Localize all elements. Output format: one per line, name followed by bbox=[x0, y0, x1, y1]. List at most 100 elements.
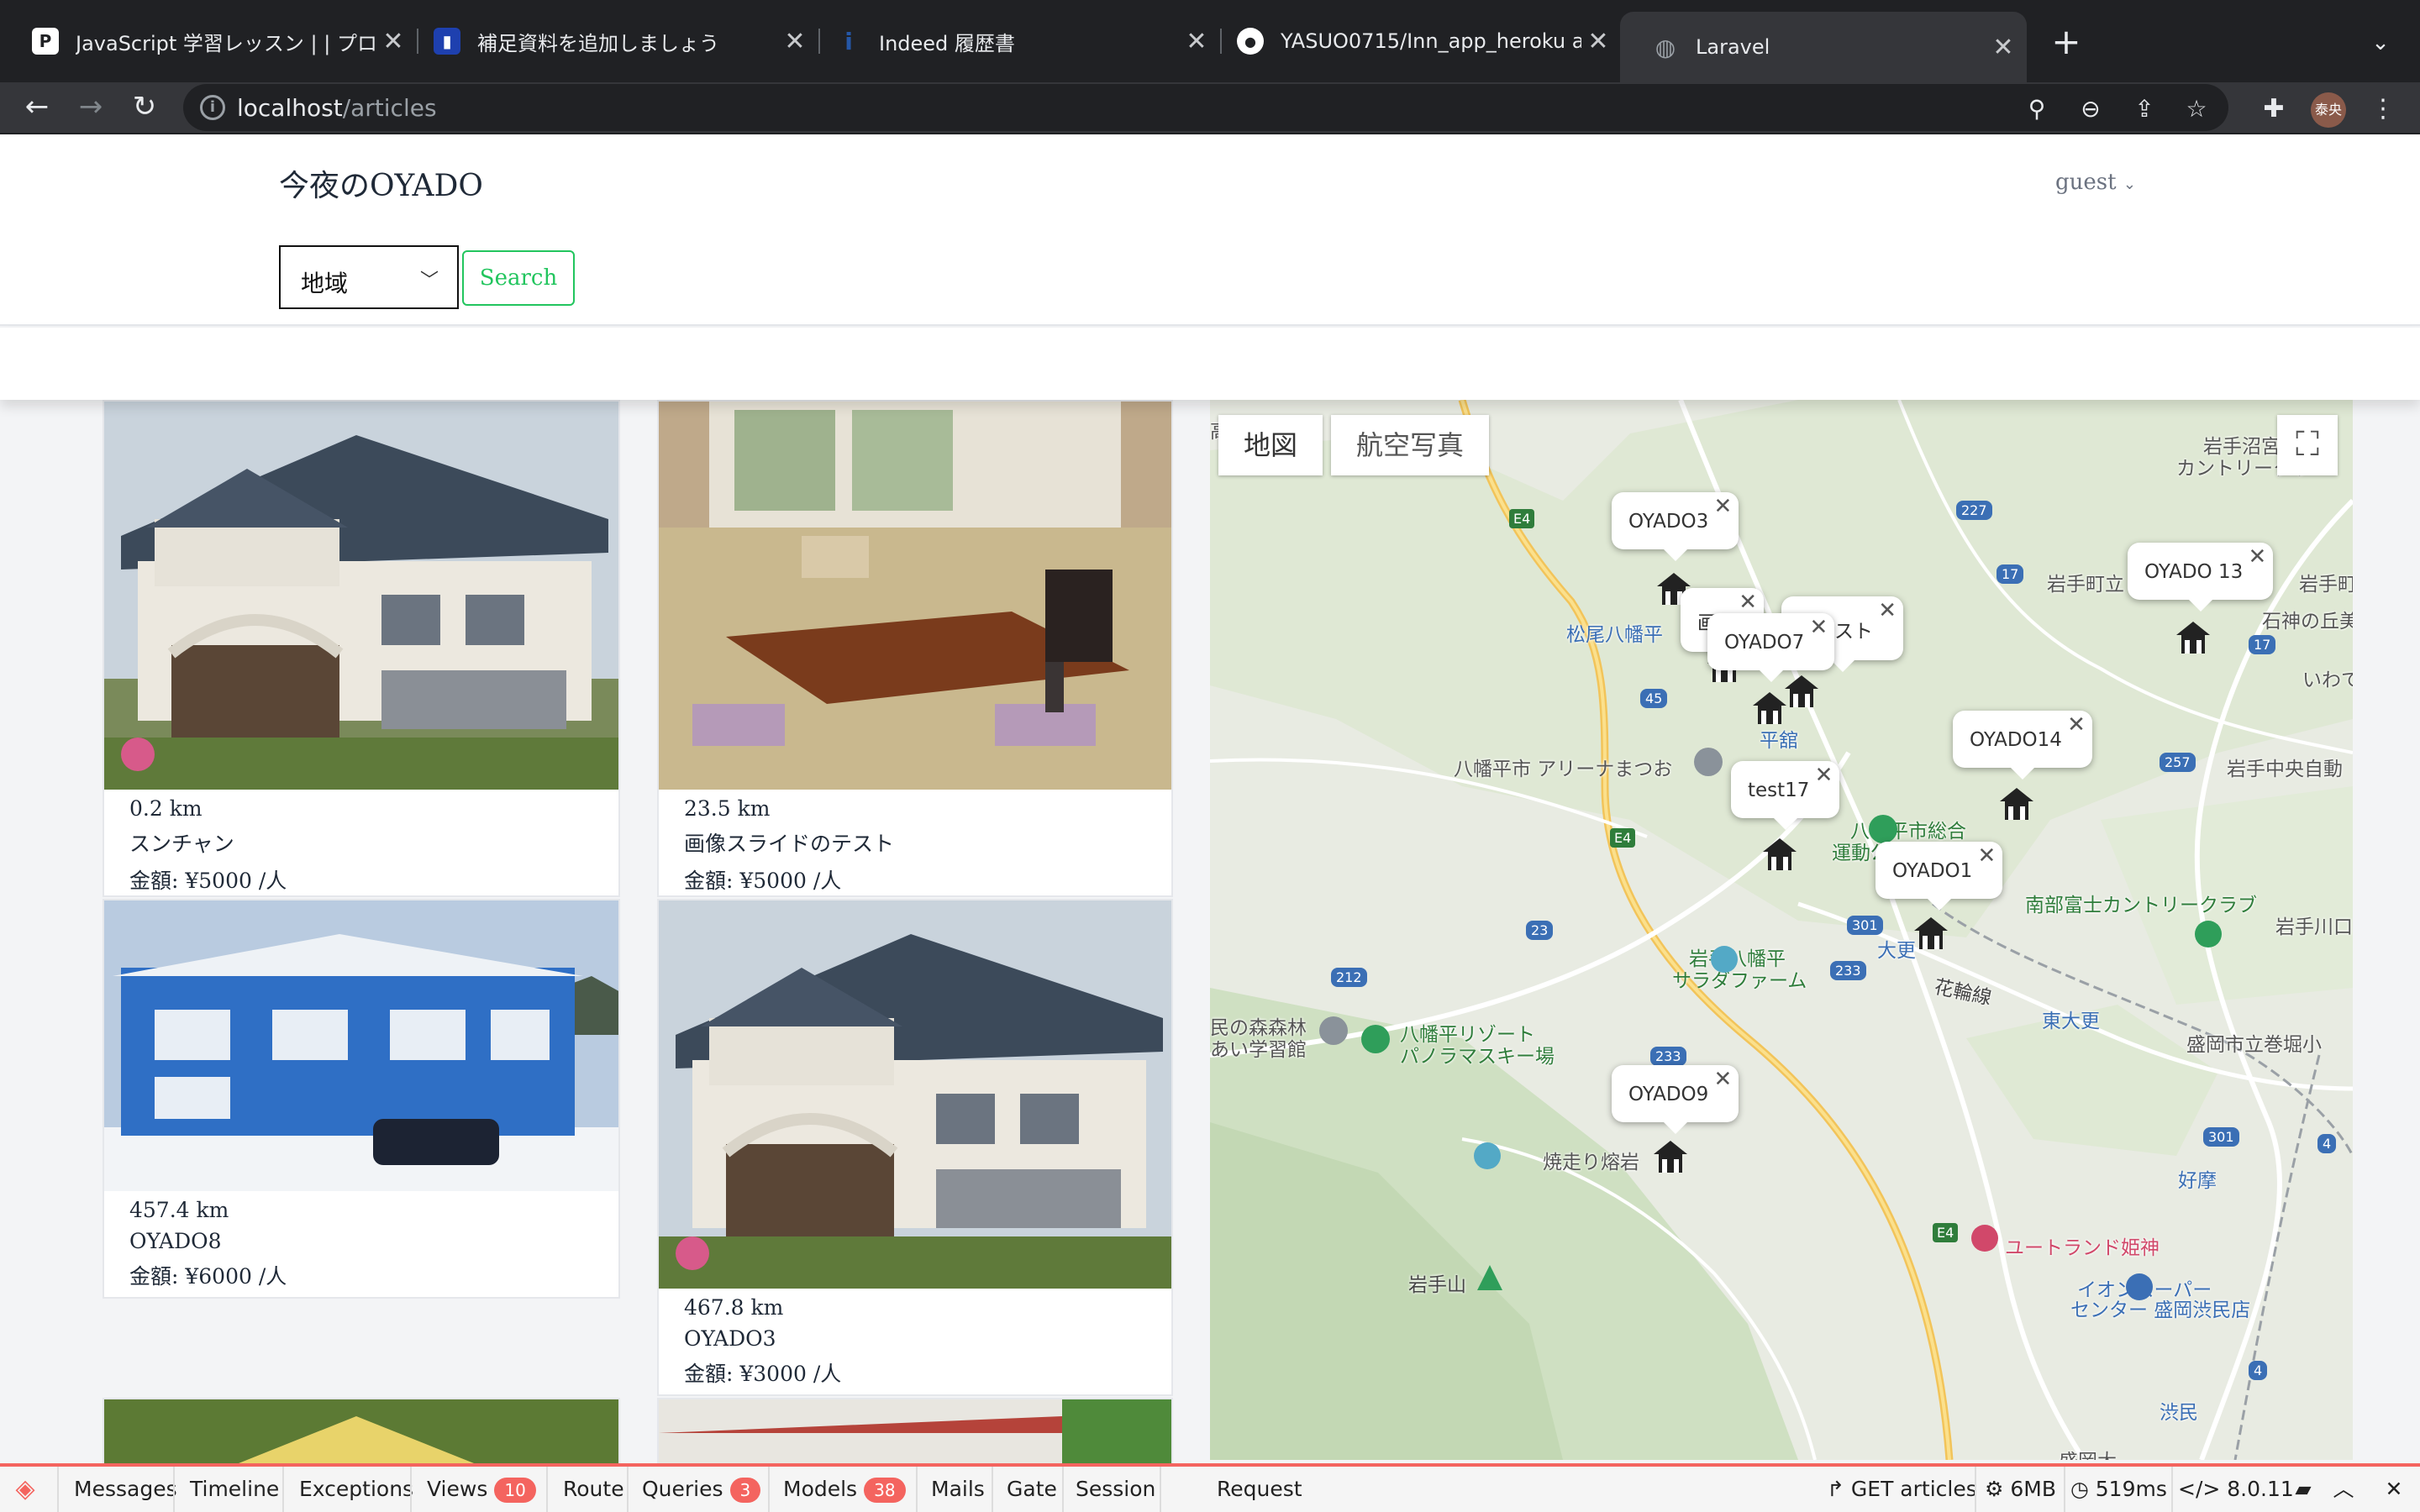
route-shield: 257 bbox=[2160, 753, 2196, 772]
debugbar-tab-models[interactable]: Models 38 bbox=[783, 1467, 906, 1512]
debugbar-tab-route[interactable]: Route bbox=[563, 1467, 624, 1512]
debugbar-tab-session[interactable]: Session bbox=[1076, 1467, 1155, 1512]
reload-button[interactable]: ↻ bbox=[123, 86, 166, 129]
close-icon[interactable]: ✕ bbox=[1739, 590, 1757, 615]
forward-button[interactable]: → bbox=[69, 86, 113, 129]
info-window[interactable]: OYADO 13 ✕ bbox=[2128, 543, 2274, 612]
info-window[interactable]: OYADO1 ✕ bbox=[1876, 842, 2003, 911]
kebab-menu-icon[interactable]: ⋮ bbox=[2365, 91, 2402, 128]
info-window[interactable]: test17 ✕ bbox=[1731, 761, 1840, 830]
user-menu[interactable]: guest ⌄ bbox=[2055, 170, 2136, 195]
inn-marker-icon[interactable] bbox=[1998, 786, 2035, 822]
park-pin-icon[interactable] bbox=[1361, 1025, 1390, 1053]
laravel-logo-icon[interactable]: ◈ bbox=[7, 1467, 44, 1512]
close-icon[interactable]: ✕ bbox=[2248, 544, 2266, 570]
close-icon[interactable]: ✕ bbox=[1810, 615, 1828, 640]
site-brand[interactable]: 今夜のOYADO bbox=[279, 161, 483, 205]
close-icon[interactable]: ✕ bbox=[1986, 33, 2020, 62]
close-icon[interactable]: ✕ bbox=[1815, 763, 1833, 788]
article-card[interactable]: 23.5 km 画像スライドのテスト 金額: ¥5000 /人 bbox=[657, 400, 1173, 897]
close-icon[interactable]: ✕ bbox=[2380, 1467, 2408, 1512]
article-name[interactable]: スンチャン bbox=[129, 827, 287, 858]
debugbar-time: ◷ 519ms bbox=[2070, 1477, 2167, 1501]
debugbar-request-summary[interactable]: ↱ GET articles bbox=[1827, 1467, 1977, 1512]
new-tab-button[interactable]: + bbox=[2045, 22, 2087, 64]
close-icon[interactable]: ✕ bbox=[1714, 494, 1733, 519]
site-info-icon[interactable]: i bbox=[200, 95, 225, 120]
article-card[interactable] bbox=[103, 1398, 620, 1465]
map-type-roadmap-button[interactable]: 地図 bbox=[1218, 415, 1323, 475]
browser-tab-2[interactable]: ▮ 補足資料を追加しましょう ✕ bbox=[402, 12, 818, 71]
back-button[interactable]: ← bbox=[15, 86, 59, 129]
views-count-badge: 10 bbox=[494, 1478, 536, 1503]
park-pin-icon[interactable] bbox=[1869, 815, 1897, 843]
region-select[interactable]: 地域 ﹀ bbox=[279, 245, 459, 309]
share-icon[interactable]: ⇪ bbox=[2128, 92, 2161, 126]
browser-tab-3[interactable]: i Indeed 履歴書 ✕ bbox=[803, 12, 1220, 71]
folder-open-icon[interactable]: ▰ bbox=[2289, 1467, 2317, 1512]
browser-toolbar: ← → ↻ i localhost/articles ⚲ ⊖ ⇪ ☆ ✚ 泰央 … bbox=[0, 82, 2420, 134]
article-card[interactable]: 467.8 km OYADO3 金額: ¥3000 /人 bbox=[657, 899, 1173, 1396]
map-type-satellite-button[interactable]: 航空写真 bbox=[1331, 415, 1490, 475]
location-pin-icon[interactable]: ⚲ bbox=[2020, 92, 2054, 126]
debugbar-tab-views[interactable]: Views 10 bbox=[427, 1467, 536, 1512]
extensions-puzzle-icon[interactable]: ✚ bbox=[2255, 91, 2292, 128]
inn-marker-icon[interactable] bbox=[1652, 1139, 1689, 1174]
close-icon[interactable]: ✕ bbox=[1878, 598, 1897, 623]
shopping-pin-icon[interactable] bbox=[2126, 1273, 2153, 1300]
address-bar[interactable]: i localhost/articles ⚲ ⊖ ⇪ ☆ bbox=[183, 84, 2228, 131]
close-icon[interactable]: ✕ bbox=[2067, 712, 2086, 738]
debugbar-tab-mails[interactable]: Mails bbox=[931, 1467, 985, 1512]
poi-pin-icon[interactable] bbox=[1971, 1225, 1998, 1252]
poi-pin-icon[interactable] bbox=[1711, 946, 1738, 973]
browser-tab-4[interactable]: ● YASUO0715/Inn_app_heroku at ✕ bbox=[1205, 12, 1622, 71]
map-place-label: 八幡平市 アリーナまつお bbox=[1454, 759, 1673, 780]
profile-avatar[interactable]: 泰央 bbox=[2311, 92, 2346, 128]
poi-pin-icon[interactable] bbox=[1319, 1016, 1348, 1045]
article-name[interactable]: OYADO3 bbox=[684, 1326, 841, 1351]
tab-search-chevron-icon[interactable]: ⌄ bbox=[2360, 22, 2402, 64]
debugbar-tab-exceptions[interactable]: Exceptions bbox=[299, 1467, 413, 1512]
github-favicon-icon: ● bbox=[1237, 28, 1264, 55]
browser-tab-1[interactable]: P JavaScript 学習レッスン | | プロム ✕ bbox=[0, 12, 417, 71]
google-map[interactable]: 岩手沼宮 カントリークラ 岩手町立 岩手町 石神の丘美 いわて 松尾八幡平 平舘… bbox=[1210, 400, 2353, 1460]
debugbar-tab-timeline[interactable]: Timeline bbox=[190, 1467, 279, 1512]
info-window-title: OYADO9 bbox=[1628, 1084, 1709, 1105]
poi-pin-icon[interactable] bbox=[1694, 748, 1723, 776]
golf-pin-icon[interactable] bbox=[2195, 921, 2222, 948]
zoom-icon[interactable]: ⊖ bbox=[2074, 92, 2107, 126]
info-window[interactable]: OYADO9 ✕ bbox=[1612, 1065, 1739, 1134]
debugbar-tab-messages[interactable]: Messages bbox=[74, 1467, 177, 1512]
inn-marker-icon[interactable] bbox=[1761, 837, 1798, 872]
debugbar-tab-queries[interactable]: Queries 3 bbox=[642, 1467, 761, 1512]
chevron-up-icon[interactable]: ︿ bbox=[2329, 1467, 2358, 1512]
fullscreen-icon[interactable]: ⛶ bbox=[2277, 415, 2338, 475]
poi-pin-icon[interactable] bbox=[1474, 1142, 1501, 1169]
inn-marker-icon[interactable] bbox=[1912, 916, 1949, 951]
info-window-title: OYADO1 bbox=[1892, 860, 1973, 882]
article-card[interactable]: 0.2 km スンチャン 金額: ¥5000 /人 bbox=[103, 400, 620, 897]
inn-photo bbox=[659, 1399, 1171, 1463]
article-card[interactable] bbox=[657, 1398, 1173, 1465]
map-place-label: 大更 bbox=[1877, 940, 1916, 962]
debugbar-tab-request[interactable]: Request bbox=[1217, 1467, 1302, 1512]
bookmark-star-icon[interactable]: ☆ bbox=[2180, 92, 2213, 126]
map-place-label: 好摩 bbox=[2178, 1170, 2217, 1192]
close-icon[interactable]: ✕ bbox=[1978, 843, 1996, 869]
article-name[interactable]: 画像スライドのテスト bbox=[684, 827, 894, 858]
info-window[interactable]: OYADO3 ✕ bbox=[1612, 492, 1739, 561]
route-shield: 233 bbox=[1830, 961, 1866, 980]
close-icon[interactable]: ✕ bbox=[1714, 1067, 1733, 1092]
search-button[interactable]: Search bbox=[462, 250, 575, 306]
article-name[interactable]: OYADO8 bbox=[129, 1229, 287, 1253]
inn-marker-icon[interactable] bbox=[1783, 674, 1820, 709]
inn-marker-icon[interactable] bbox=[2175, 620, 2212, 655]
article-card[interactable]: 457.4 km OYADO8 金額: ¥6000 /人 bbox=[103, 899, 620, 1299]
debugbar-tab-gate[interactable]: Gate bbox=[1007, 1467, 1057, 1512]
info-window[interactable]: OYADO14 ✕ bbox=[1953, 711, 2092, 780]
expressway-shield: E4 bbox=[1933, 1223, 1959, 1242]
browser-tab-5-active[interactable]: ◍ Laravel ✕ bbox=[1620, 12, 2027, 82]
close-icon[interactable]: ✕ bbox=[1581, 27, 1615, 56]
url-text[interactable]: localhost/articles bbox=[237, 94, 437, 122]
info-window[interactable]: OYADO7 ✕ bbox=[1707, 613, 1835, 682]
